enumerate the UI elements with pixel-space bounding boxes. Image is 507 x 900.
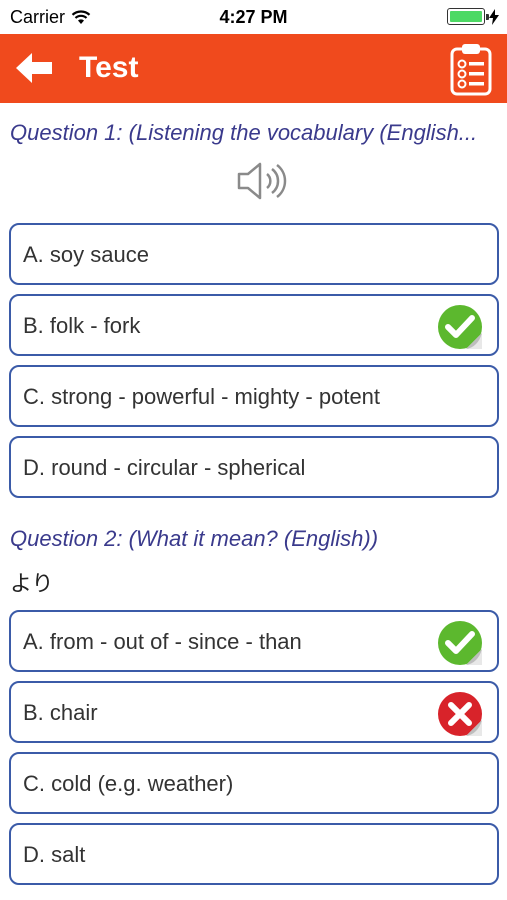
arrow-left-icon	[16, 53, 52, 83]
option-label: A. soy sauce	[23, 242, 149, 267]
option-label: D. salt	[23, 842, 86, 867]
option-label: D. round - circular - spherical	[23, 455, 306, 480]
option-label: B. chair	[23, 700, 98, 725]
q2-option-d[interactable]: D. salt	[9, 823, 499, 885]
status-time: 4:27 PM	[219, 7, 288, 27]
question-1-prompt: Question 1: (Listening the vocabulary (E…	[10, 120, 478, 145]
option-label: B. folk - fork	[23, 313, 141, 338]
back-button[interactable]	[14, 50, 54, 86]
correct-check-icon	[438, 621, 482, 665]
q1-option-c[interactable]: C. strong - powerful - mighty - potent	[9, 365, 499, 427]
question-2-word: より	[10, 572, 54, 597]
speaker-icon	[237, 162, 287, 200]
option-label: A. from - out of - since - than	[23, 629, 302, 654]
option-label: C. cold (e.g. weather)	[23, 771, 234, 796]
play-audio-button[interactable]	[236, 160, 288, 202]
charging-icon	[489, 8, 499, 25]
nav-bar: Test	[0, 34, 507, 103]
q2-option-c[interactable]: C. cold (e.g. weather)	[9, 752, 499, 814]
q1-option-a[interactable]: A. soy sauce	[9, 223, 499, 285]
q1-option-b[interactable]: B. folk - fork	[9, 294, 499, 356]
status-bar: Carrier 4:27 PM	[0, 0, 507, 34]
results-button[interactable]	[449, 42, 493, 96]
q2-option-b[interactable]: B. chair	[9, 681, 499, 743]
clipboard-checklist-icon	[450, 44, 492, 96]
q2-option-a[interactable]: A. from - out of - since - than	[9, 610, 499, 672]
q1-option-d[interactable]: D. round - circular - spherical	[9, 436, 499, 498]
wrong-cross-icon	[438, 692, 482, 736]
option-label: C. strong - powerful - mighty - potent	[23, 384, 381, 409]
question-2-prompt: Question 2: (What it mean? (English))	[10, 526, 379, 551]
correct-check-icon	[438, 305, 482, 349]
page-title: Test	[79, 51, 139, 84]
battery-icon	[447, 8, 489, 25]
status-right	[447, 8, 499, 25]
